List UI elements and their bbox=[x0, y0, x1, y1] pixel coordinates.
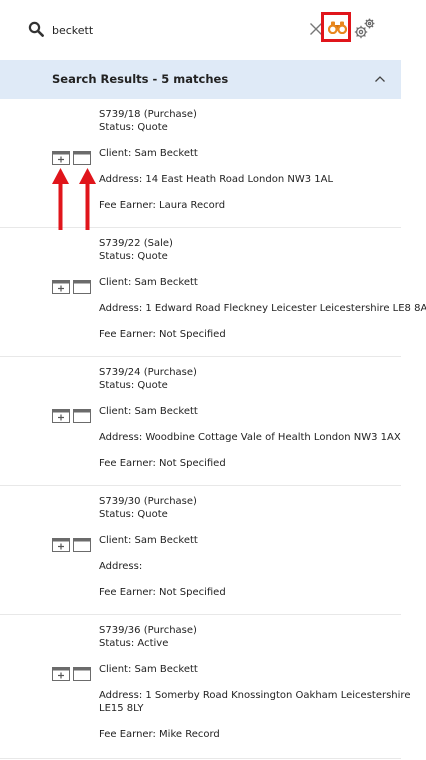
matter-fee-earner: Fee Earner: Not Specified bbox=[99, 329, 226, 340]
item-details: S739/36 (Purchase) Status: Active Client: … bbox=[99, 624, 421, 741]
binoculars-icon bbox=[328, 21, 347, 34]
matter-status: Status: Quote bbox=[99, 122, 168, 133]
matter-status: Status: Quote bbox=[99, 380, 168, 391]
matter-reference[interactable]: S739/36 (Purchase) bbox=[99, 624, 421, 637]
matter-client: Client: Sam Beckett bbox=[99, 148, 198, 159]
item-details: S739/22 (Sale) Status: Quote Client: Sam B… bbox=[99, 237, 426, 341]
matter-address: Address: 1 Somerby Road Knossington Oakh… bbox=[99, 690, 411, 714]
item-action-icons bbox=[52, 151, 92, 165]
matter-reference[interactable]: S739/22 (Sale) bbox=[99, 237, 426, 250]
open-new-window-icon[interactable] bbox=[52, 409, 70, 423]
matter-fee-earner: Fee Earner: Mike Record bbox=[99, 729, 220, 740]
list-item[interactable]: S739/30 (Purchase) Status: Quote Client: S… bbox=[0, 486, 426, 615]
matter-fee-earner: Fee Earner: Not Specified bbox=[99, 458, 226, 469]
list-item[interactable]: S739/22 (Sale) Status: Quote Client: Sam B… bbox=[0, 228, 426, 357]
list-item[interactable]: S739/36 (Purchase) Status: Active Client: … bbox=[0, 615, 426, 759]
item-details: S739/18 (Purchase) Status: Quote Client: S… bbox=[99, 108, 426, 212]
search-bar bbox=[0, 0, 426, 60]
item-details: S739/24 (Purchase) Status: Quote Client: S… bbox=[99, 366, 426, 470]
window-icon[interactable] bbox=[73, 667, 91, 681]
matter-status: Status: Quote bbox=[99, 251, 168, 262]
matter-fee-earner: Fee Earner: Not Specified bbox=[99, 587, 226, 598]
matter-client: Client: Sam Beckett bbox=[99, 664, 198, 675]
item-action-icons bbox=[52, 667, 92, 681]
matter-client: Client: Sam Beckett bbox=[99, 535, 198, 546]
window-icon[interactable] bbox=[73, 409, 91, 423]
item-details: S739/30 (Purchase) Status: Quote Client: S… bbox=[99, 495, 426, 599]
search-icon bbox=[28, 21, 44, 37]
matter-fee-earner: Fee Earner: Laura Record bbox=[99, 200, 226, 211]
matter-client: Client: Sam Beckett bbox=[99, 406, 198, 417]
matter-address: Address: 14 East Heath Road London NW3 1… bbox=[99, 174, 334, 185]
window-icon[interactable] bbox=[73, 538, 91, 552]
matter-reference[interactable]: S739/30 (Purchase) bbox=[99, 495, 426, 508]
item-action-icons bbox=[52, 538, 92, 552]
matter-address: Address: Woodbine Cottage Vale of Health… bbox=[99, 432, 401, 443]
gear-icon[interactable] bbox=[354, 17, 376, 41]
open-new-window-icon[interactable] bbox=[52, 667, 70, 681]
results-header[interactable]: Search Results - 5 matches bbox=[0, 60, 401, 99]
annotation-arrows bbox=[52, 168, 96, 230]
matter-reference[interactable]: S739/24 (Purchase) bbox=[99, 366, 426, 379]
list-item[interactable]: S739/24 (Purchase) Status: Quote Client: S… bbox=[0, 357, 426, 486]
search-input[interactable] bbox=[52, 19, 292, 41]
item-action-icons bbox=[52, 280, 92, 294]
window-icon[interactable] bbox=[73, 151, 91, 165]
binoculars-button[interactable] bbox=[321, 12, 351, 42]
matter-reference[interactable]: S739/18 (Purchase) bbox=[99, 108, 426, 121]
open-new-window-icon[interactable] bbox=[52, 151, 70, 165]
item-action-icons bbox=[52, 409, 92, 423]
open-new-window-icon[interactable] bbox=[52, 280, 70, 294]
matter-address: Address: 1 Edward Road Fleckney Leiceste… bbox=[99, 303, 426, 314]
chevron-up-icon[interactable] bbox=[374, 73, 386, 85]
matter-address: Address: bbox=[99, 561, 143, 572]
matter-status: Status: Active bbox=[99, 638, 169, 649]
matter-status: Status: Quote bbox=[99, 509, 168, 520]
results-title: Search Results - 5 matches bbox=[52, 72, 229, 86]
search-panel: Search Results - 5 matches S739/18 (Purc… bbox=[0, 0, 426, 760]
matter-client: Client: Sam Beckett bbox=[99, 277, 198, 288]
open-new-window-icon[interactable] bbox=[52, 538, 70, 552]
window-icon[interactable] bbox=[73, 280, 91, 294]
